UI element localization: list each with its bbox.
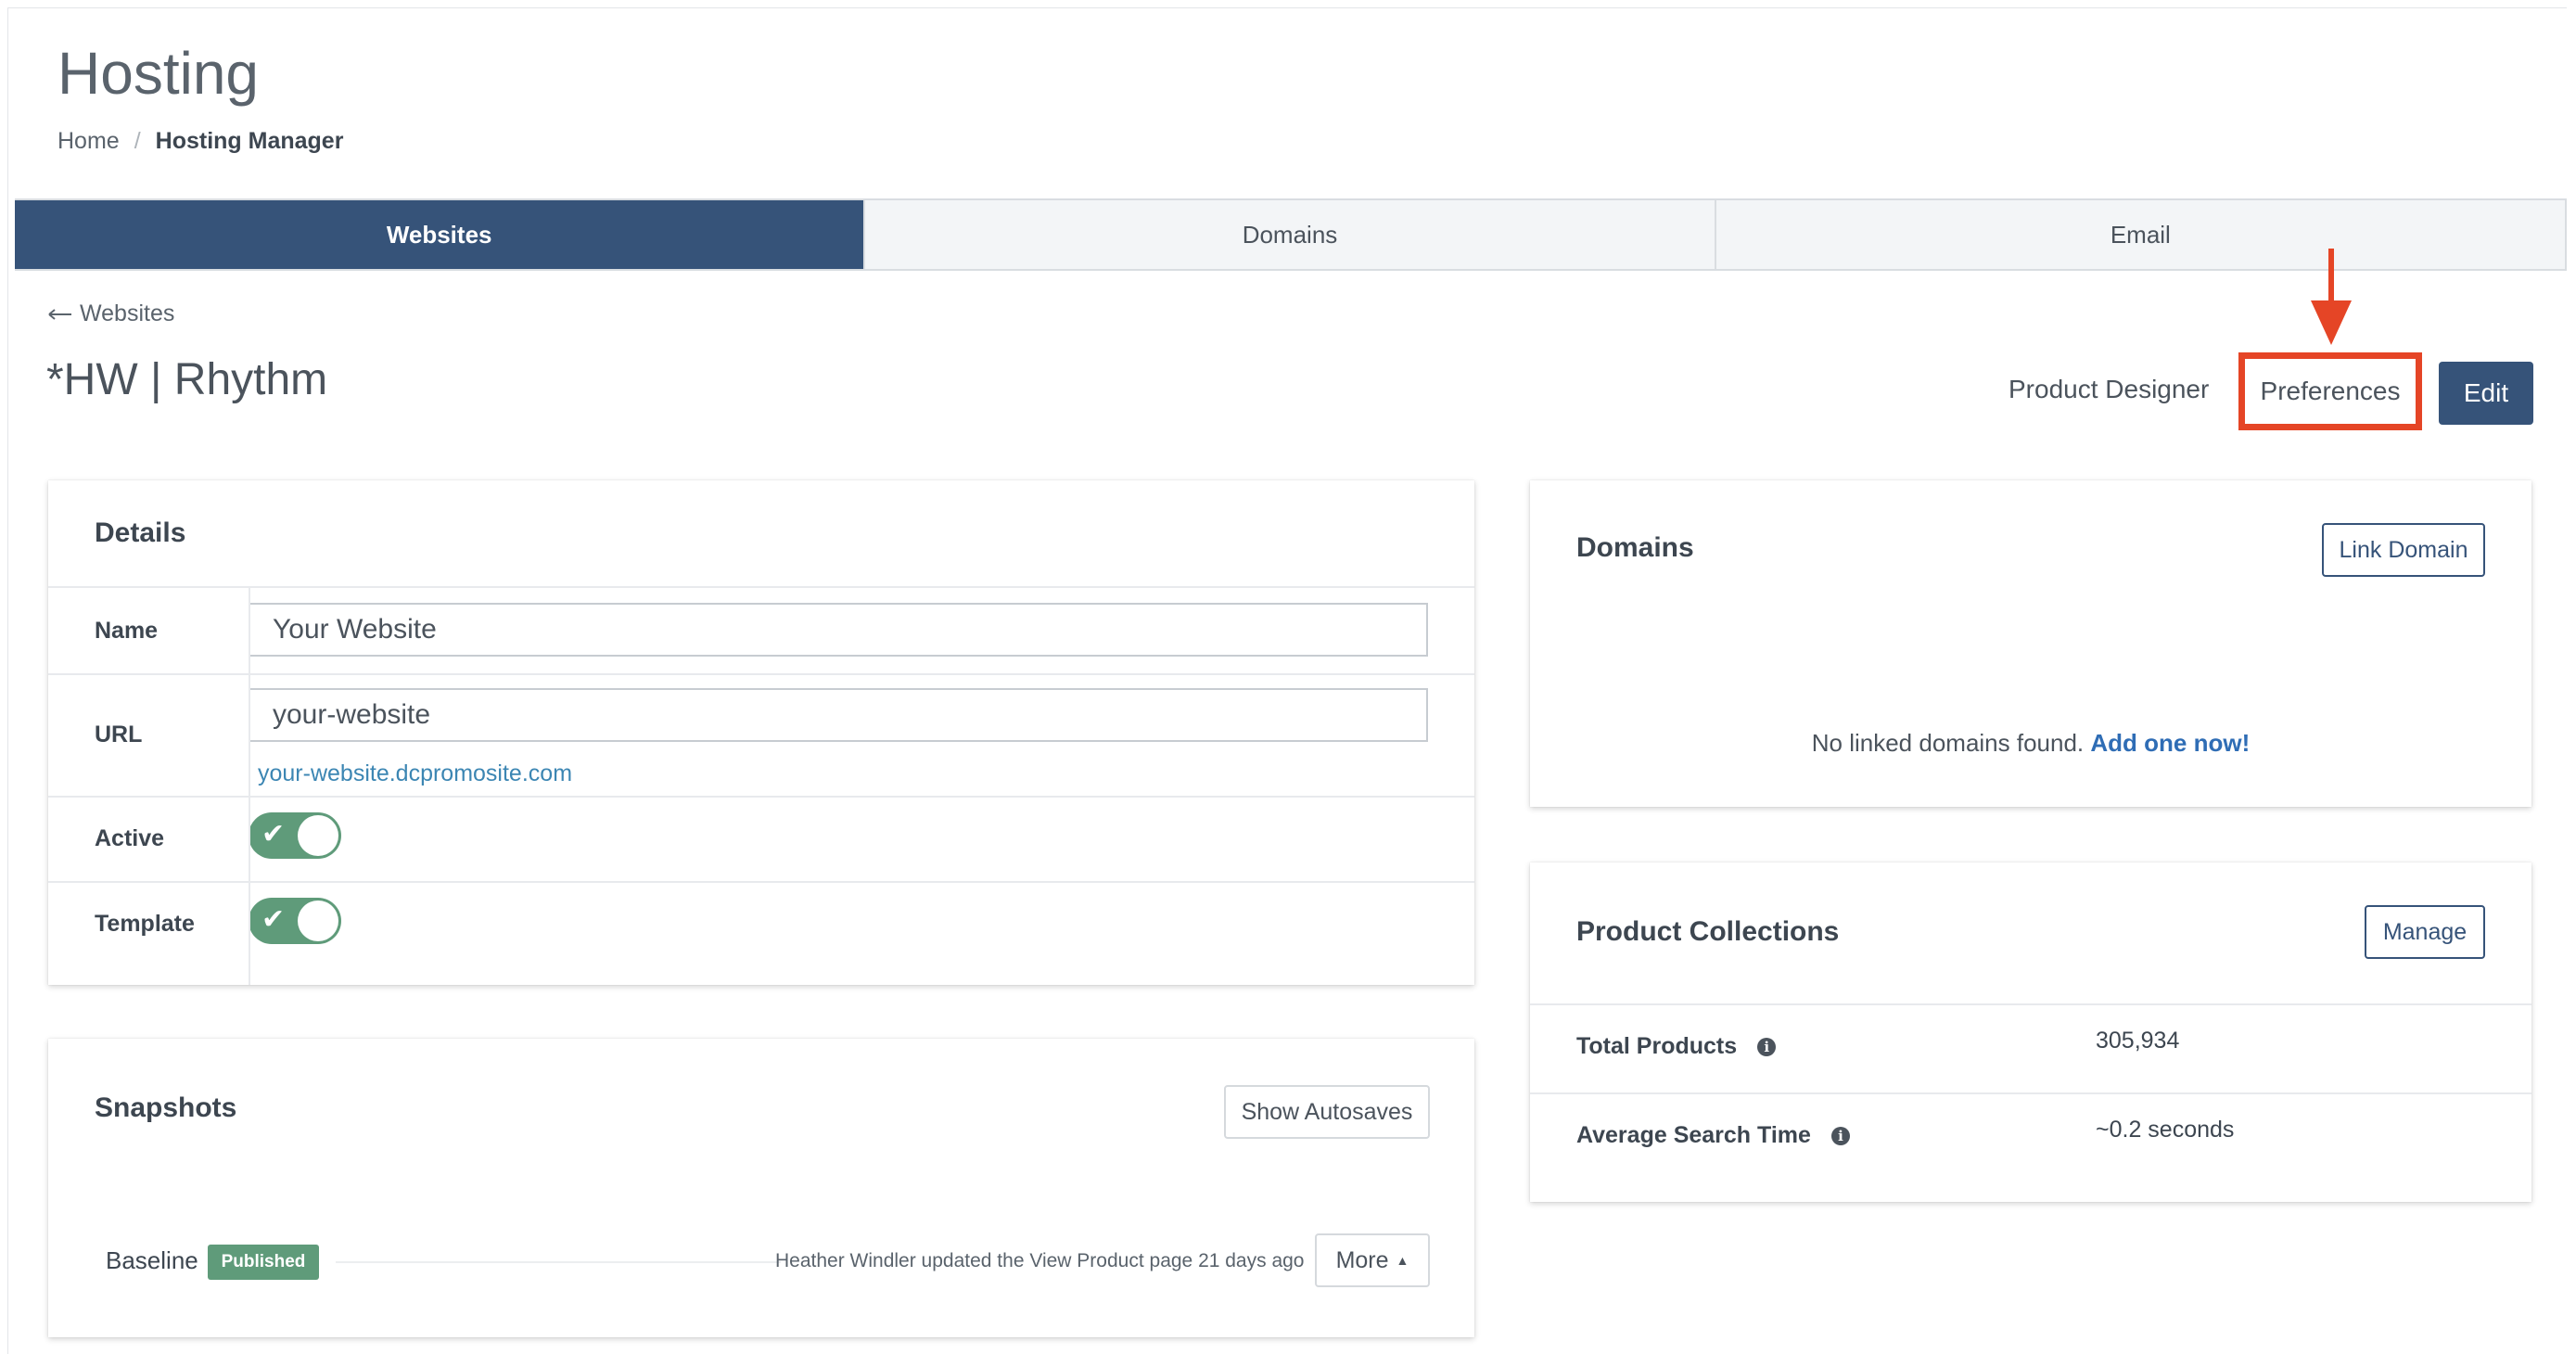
product-designer-link[interactable]: Product Designer — [2009, 375, 2209, 404]
show-autosaves-button[interactable]: Show Autosaves — [1224, 1085, 1430, 1139]
link-domain-button[interactable]: Link Domain — [2322, 523, 2485, 577]
tab-domains[interactable]: Domains — [863, 200, 1715, 269]
template-label: Template — [95, 911, 195, 937]
snapshots-title: Snapshots — [95, 1092, 237, 1123]
details-row-template: Template ✔ — [48, 883, 1474, 989]
url-input[interactable] — [249, 688, 1428, 742]
average-search-time-text: Average Search Time — [1576, 1122, 1811, 1148]
site-title: *HW | Rhythm — [46, 355, 328, 404]
arrow-down-icon — [2311, 249, 2352, 345]
snapshot-divider — [336, 1261, 781, 1263]
breadcrumb-separator: / — [134, 128, 141, 154]
toggle-knob — [298, 815, 338, 856]
active-toggle[interactable]: ✔ — [249, 812, 341, 859]
collections-header: Product Collections Manage — [1530, 862, 2531, 1005]
average-search-time-label: Average Search Time i — [1576, 1122, 1850, 1149]
tab-websites[interactable]: Websites — [15, 200, 864, 269]
back-to-websites-link[interactable]: Websites — [48, 300, 174, 327]
domains-title: Domains — [1576, 532, 1694, 563]
info-icon[interactable]: i — [1757, 1037, 1777, 1056]
more-label: More — [1335, 1246, 1389, 1273]
template-toggle[interactable]: ✔ — [249, 898, 341, 944]
check-icon: ✔ — [261, 819, 286, 849]
snapshots-card: Snapshots Show Autosaves Baseline Publis… — [48, 1039, 1474, 1337]
name-input[interactable] — [249, 603, 1428, 657]
main-tabs: Websites Domains Email — [15, 198, 2567, 271]
breadcrumb: Home / Hosting Manager — [57, 128, 343, 155]
back-link-label: Websites — [80, 300, 175, 326]
tab-email[interactable]: Email — [1714, 200, 2565, 269]
add-domain-link[interactable]: Add one now! — [2090, 729, 2250, 757]
name-label: Name — [95, 618, 159, 644]
no-domains-message: No linked domains found. Add one now! — [1530, 729, 2531, 758]
arrow-left-icon — [48, 308, 71, 320]
edit-button[interactable]: Edit — [2439, 362, 2533, 425]
breadcrumb-home[interactable]: Home — [57, 128, 120, 155]
total-products-value: 305,934 — [2096, 1028, 2180, 1054]
snapshot-name: Baseline — [106, 1246, 198, 1274]
site-url-link[interactable]: your-website.dcpromosite.com — [258, 760, 572, 787]
details-title: Details — [95, 517, 186, 548]
label-divider — [249, 586, 250, 985]
snapshot-info: Heather Windler updated the View Product… — [775, 1250, 1305, 1271]
url-label: URL — [95, 722, 143, 747]
no-domains-text: No linked domains found. — [1811, 729, 2085, 757]
caret-up-icon: ▲ — [1396, 1253, 1409, 1268]
details-row-name: Name — [48, 588, 1474, 675]
product-collections-card: Product Collections Manage Total Product… — [1530, 862, 2531, 1202]
toggle-knob — [298, 901, 338, 941]
info-icon[interactable]: i — [1830, 1126, 1850, 1145]
average-search-time-value: ~0.2 seconds — [2096, 1117, 2235, 1143]
domains-card: Domains Link Domain No linked domains fo… — [1530, 480, 2531, 807]
snapshot-more-button[interactable]: More ▲ — [1315, 1233, 1430, 1287]
average-search-time-row: Average Search Time i ~0.2 seconds — [1530, 1094, 2531, 1182]
total-products-row: Total Products i 305,934 — [1530, 1005, 2531, 1094]
details-row-active: Active ✔ — [48, 798, 1474, 883]
total-products-text: Total Products — [1576, 1033, 1738, 1059]
details-row-url: URL your-website.dcpromosite.com — [48, 675, 1474, 798]
preferences-button[interactable]: Preferences — [2238, 352, 2422, 430]
collections-title: Product Collections — [1576, 916, 1840, 947]
breadcrumb-current: Hosting Manager — [155, 128, 344, 154]
published-badge: Published — [208, 1245, 319, 1280]
total-products-label: Total Products i — [1576, 1033, 1777, 1060]
details-card: Details Name URL your-website.dcpromosit… — [48, 480, 1474, 985]
manage-button[interactable]: Manage — [2365, 905, 2485, 959]
page-title: Hosting — [57, 40, 259, 107]
active-label: Active — [95, 825, 165, 851]
check-icon: ✔ — [261, 904, 286, 935]
